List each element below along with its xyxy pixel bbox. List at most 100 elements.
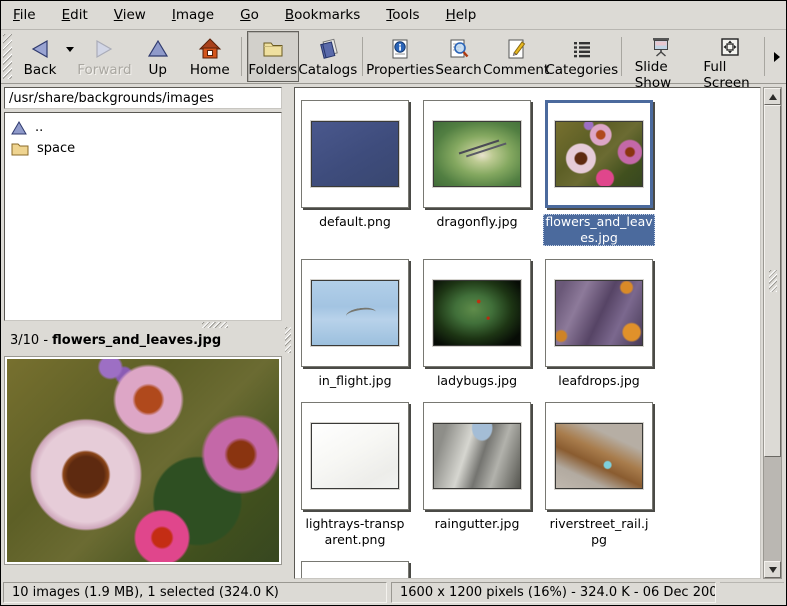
back-history-dropdown[interactable] [66,31,77,82]
thumbnail-item-default[interactable]: default.png [301,100,409,230]
thumbnail-image [311,423,399,489]
properties-button[interactable]: Properties [368,31,433,82]
folder-item-space[interactable]: space [5,138,281,159]
gthumb-window: File Edit View Image Go Bookmarks Tools … [0,0,787,606]
folder-item-label: space [37,141,75,156]
left-panel: .. space 3/10 - flowers_and_leaves.jpg [4,87,282,579]
image-filename-text: flowers_and_leaves.jpg [52,333,221,348]
thumbnail-label: dragonfly.jpg [434,214,519,230]
image-position-text: 3/10 - [10,333,48,348]
thumbnail-image [311,280,399,346]
slideshow-button[interactable]: Slide Show [627,31,696,82]
menu-bookmarks[interactable]: Bookmarks [275,3,370,27]
menu-view[interactable]: View [104,3,156,27]
categories-button[interactable]: Categories [548,31,616,82]
search-button[interactable]: Search [433,31,485,82]
thumbnail-label: flowers_and_leaves.jpg [543,214,655,246]
main-area: .. space 3/10 - flowers_and_leaves.jpg [1,84,786,581]
fullscreen-icon [718,35,742,59]
menu-image[interactable]: Image [162,3,224,27]
toolbar-separator [621,37,622,76]
thumbnail-item-lightrays[interactable]: lightrays-transparent.png [301,402,409,548]
thumbnail-row: in_flight.jpg ladybugs.jpg leafdrops.jpg [301,259,760,389]
forward-button[interactable]: Forward [77,31,132,82]
folder-list: .. space [4,112,282,321]
slideshow-icon [649,35,673,59]
scroll-up-button[interactable] [764,88,781,105]
fullscreen-button[interactable]: Full Screen [695,31,764,82]
status-filler [720,582,784,603]
catalogs-icon [316,35,340,62]
horizontal-splitter[interactable] [4,321,282,329]
thumbnail-item-leafdrops[interactable]: leafdrops.jpg [545,259,653,389]
thumbnail-item-raingutter[interactable]: raingutter.jpg [423,402,531,532]
thumbnail-card [545,259,653,367]
categories-label: Categories [545,62,618,78]
thumbnail-card [301,561,409,579]
thumbnail-item-riverstreet[interactable]: riverstreet_rail.jpg [545,402,653,548]
thumbnail-label: lightrays-transparent.png [301,516,409,548]
thumbnail-card [301,259,409,367]
thumbnail-image [433,423,521,489]
back-button[interactable]: Back [14,31,66,82]
thumbnail-label: raingutter.jpg [433,516,522,532]
scroll-down-button[interactable] [764,561,781,578]
menu-edit[interactable]: Edit [52,3,98,27]
thumbnail-item-partial[interactable] [301,561,409,579]
thumbnail-label: leafdrops.jpg [556,373,641,389]
menu-file[interactable]: File [3,3,46,27]
location-path-input[interactable] [4,87,282,109]
properties-icon [388,35,412,62]
overflow-right-arrow-icon [774,52,780,62]
thumbnail-browser: default.png dragonfly.jpg flowers_and_le… [294,87,782,579]
thumbnail-row-partial [301,561,760,579]
vertical-splitter[interactable] [282,87,294,579]
forward-icon [92,35,116,62]
thumbnail-row: lightrays-transparent.png raingutter.jpg… [301,402,760,548]
thumbnail-card [423,100,531,208]
thumbnail-label: default.png [317,214,393,230]
thumbnail-image [555,280,643,346]
chevron-down-icon [66,47,74,52]
thumbnail-item-flowers-selected[interactable]: flowers_and_leaves.jpg [545,100,653,246]
folder-item-parent[interactable]: .. [5,117,281,138]
thumbnail-image [555,423,643,489]
thumbnail-item-inflight[interactable]: in_flight.jpg [301,259,409,389]
preview-info-line: 3/10 - flowers_and_leaves.jpg [4,329,282,356]
menu-help[interactable]: Help [436,3,487,27]
folders-button[interactable]: Folders [247,31,299,82]
up-button[interactable]: Up [132,31,184,82]
thumbnail-item-dragonfly[interactable]: dragonfly.jpg [423,100,531,230]
thumbnail-label: riverstreet_rail.jpg [545,516,653,548]
parent-folder-icon [11,121,27,135]
thumbnail-pane[interactable]: default.png dragonfly.jpg flowers_and_le… [294,87,761,579]
scrollbar-grip [769,270,777,292]
catalogs-button[interactable]: Catalogs [299,31,357,82]
folders-label: Folders [248,62,297,78]
preview-image[interactable] [7,359,279,562]
status-left-text: 10 images (1.9 MB), 1 selected (324.0 K) [12,585,279,600]
thumbnail-image [433,280,521,346]
thumbnail-label: ladybugs.jpg [435,373,519,389]
scrollbar-track[interactable] [764,457,781,561]
search-icon [447,35,471,62]
folders-icon [261,35,285,62]
thumbnail-image [433,121,521,187]
menu-tools[interactable]: Tools [376,3,429,27]
toolbar-overflow-button[interactable] [770,31,784,82]
menu-go[interactable]: Go [230,3,269,27]
toolbar-separator [362,37,363,76]
up-label: Up [149,62,167,78]
comment-button[interactable]: Comment [485,31,548,82]
toolbar-drag-handle[interactable] [3,34,12,79]
folder-icon [11,142,29,156]
splitter-grip[interactable] [202,322,228,328]
scrollbar-thumb[interactable] [764,105,781,457]
thumbnail-item-ladybugs[interactable]: ladybugs.jpg [423,259,531,389]
splitter-grip[interactable] [285,327,291,353]
home-button[interactable]: Home [184,31,236,82]
back-icon [28,35,52,62]
vertical-scrollbar[interactable] [763,87,782,579]
folder-item-label: .. [35,120,43,135]
home-icon [198,35,222,62]
